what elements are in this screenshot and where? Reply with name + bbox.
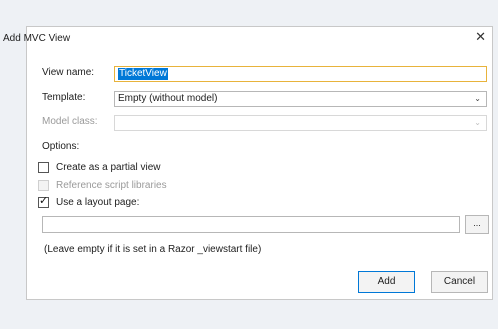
partial-view-checkbox[interactable] <box>38 162 49 173</box>
template-label: Template: <box>42 92 86 103</box>
reference-scripts-checkbox <box>38 180 49 191</box>
chevron-down-icon[interactable]: ⌄ <box>474 92 481 106</box>
close-icon[interactable]: ✕ <box>475 30 486 44</box>
view-name-input[interactable]: TicketView <box>114 66 487 82</box>
layout-path-input[interactable] <box>42 216 460 233</box>
add-mvc-view-dialog: Add MVC View ✕ View name: TicketView Tem… <box>3 26 493 300</box>
template-value: Empty (without model) <box>118 93 218 104</box>
chevron-down-icon: ⌄ <box>474 118 481 127</box>
cancel-button[interactable]: Cancel <box>431 271 488 293</box>
layout-hint: (Leave empty if it is set in a Razor _vi… <box>44 244 262 255</box>
reference-scripts-label: Reference script libraries <box>56 180 167 191</box>
view-name-label: View name: <box>42 67 95 78</box>
browse-button[interactable]: ... <box>465 215 489 234</box>
checkmark-icon: ✓ <box>39 195 49 207</box>
use-layout-checkbox[interactable]: ✓ <box>38 195 49 208</box>
partial-view-label[interactable]: Create as a partial view <box>56 162 161 173</box>
model-class-dropdown: ⌄ <box>114 115 487 131</box>
add-button[interactable]: Add <box>358 271 415 293</box>
options-label: Options: <box>42 141 80 152</box>
model-class-label: Model class: <box>42 116 98 127</box>
template-dropdown[interactable]: Empty (without model) ⌄ <box>114 91 487 107</box>
view-name-value: TicketView <box>118 68 168 80</box>
dialog-titlebar: Add MVC View ✕ <box>3 27 492 51</box>
dialog-title: Add MVC View <box>3 33 71 44</box>
use-layout-label[interactable]: Use a layout page: <box>56 197 139 208</box>
